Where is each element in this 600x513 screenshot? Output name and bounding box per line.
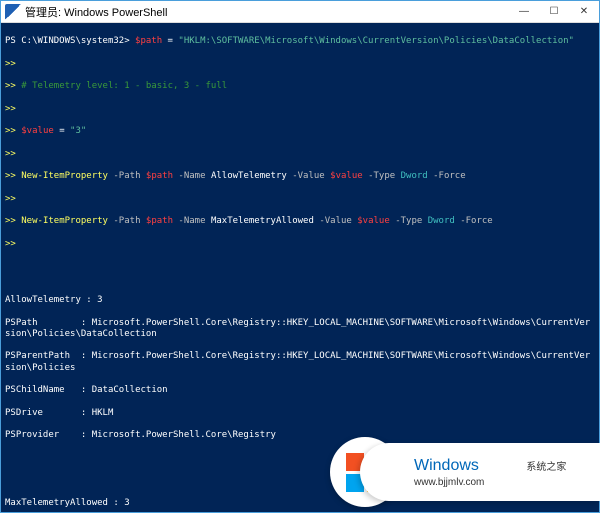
watermark-url: www.bjjmlv.com — [414, 477, 566, 488]
watermark-subtitle: 系统之家 — [526, 462, 566, 473]
comment: # Telemetry level: 1 - basic, 3 - full — [21, 81, 227, 91]
output-block-1: AllowTelemetry : 3 PSPath : Microsoft.Po… — [5, 284, 595, 453]
close-button[interactable]: ✕ — [569, 1, 599, 23]
window-controls: — ☐ ✕ — [509, 1, 599, 23]
window-title: 管理员: Windows PowerShell — [25, 4, 509, 20]
string-literal: "HKLM:\SOFTWARE\Microsoft\Windows\Curren… — [178, 36, 574, 46]
cmdlet: New-ItemProperty — [21, 216, 108, 226]
maximize-button[interactable]: ☐ — [539, 1, 569, 23]
string-literal: "3" — [70, 126, 86, 136]
powershell-icon — [5, 4, 21, 20]
terminal-area[interactable]: PS C:\WINDOWS\system32> $path = "HKLM:\S… — [1, 23, 599, 512]
variable: $path — [135, 36, 162, 46]
cmdlet: New-ItemProperty — [21, 171, 108, 181]
watermark-banner: Windows 系统之家 www.bjjmlv.com — [360, 443, 600, 501]
watermark-brand: Windows — [414, 457, 479, 474]
minimize-button[interactable]: — — [509, 1, 539, 23]
prompt: PS C:\WINDOWS\system32> — [5, 36, 130, 46]
powershell-window: 管理员: Windows PowerShell — ☐ ✕ PS C:\WIND… — [0, 0, 600, 513]
titlebar[interactable]: 管理员: Windows PowerShell — ☐ ✕ — [1, 1, 599, 23]
variable: $value — [21, 126, 54, 136]
